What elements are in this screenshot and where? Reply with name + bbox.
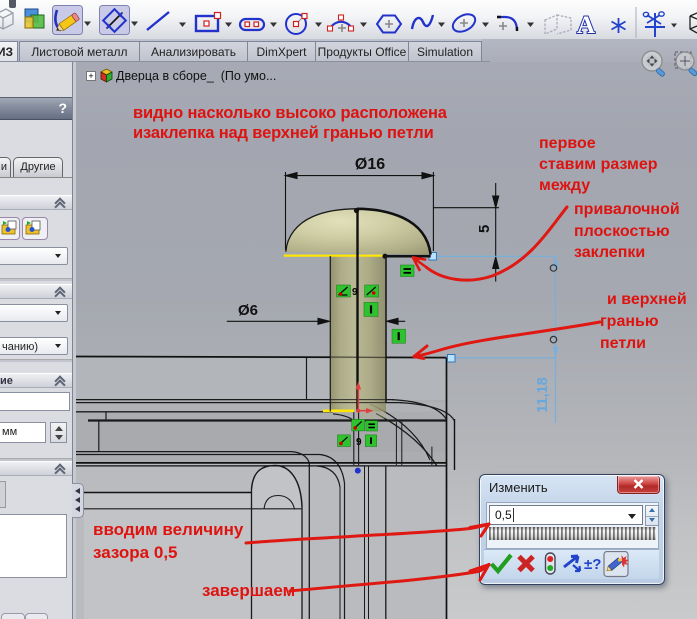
svg-text:5: 5 [476,225,493,233]
svg-text:9: 9 [356,437,362,448]
svg-text:9: 9 [352,287,358,298]
svg-text:Ø6: Ø6 [238,302,258,319]
svg-text:Ø16: Ø16 [355,156,385,173]
svg-text:11,18: 11,18 [535,377,551,413]
svg-text:A: A [577,12,595,39]
svg-text:±?: ±? [584,556,601,573]
